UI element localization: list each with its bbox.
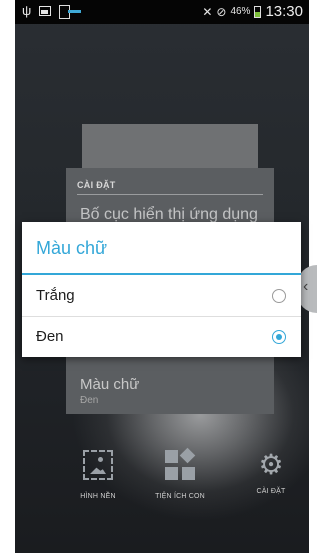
wallpaper-icon: [83, 450, 113, 480]
battery-percent: 46%: [230, 6, 251, 17]
dialog-title-divider: [22, 273, 301, 275]
silent-icon: ✕: [202, 4, 213, 19]
dock-item-wallpaper[interactable]: HÌNH NỀN: [63, 450, 133, 500]
gear-icon: ⚙: [258, 449, 284, 480]
clock: 13:30: [265, 3, 303, 20]
dock-item-settings[interactable]: ⚙ CÀI ĐẶT: [236, 449, 306, 496]
dock-label: TIỆN ÍCH CON: [155, 493, 205, 500]
settings-header: CÀI ĐẶT: [77, 180, 116, 190]
settings-item-text-color[interactable]: Màu chữ: [80, 376, 139, 393]
radio-button[interactable]: [272, 330, 286, 344]
settings-divider: [77, 194, 263, 195]
blocked-icon: ⊘: [216, 4, 227, 19]
radio-button[interactable]: [272, 289, 286, 303]
option-label: Đen: [36, 328, 64, 345]
widgets-icon: [165, 447, 196, 480]
settings-item-text-color-value: Đen: [80, 395, 99, 406]
background-card: [82, 124, 258, 174]
dock-label: CÀI ĐẶT: [256, 488, 286, 495]
option-label: Trắng: [36, 287, 75, 304]
dock: HÌNH NỀN TIỆN ÍCH CON ⚙ CÀI ĐẶT: [15, 447, 309, 510]
image-notification-icon: [39, 6, 52, 16]
battery-icon: [254, 5, 262, 18]
option-black[interactable]: Đen: [22, 317, 301, 357]
chevron-left-icon: ‹: [303, 278, 309, 295]
download-icon: [59, 5, 82, 19]
dock-item-widgets[interactable]: TIỆN ÍCH CON: [145, 447, 215, 500]
text-color-dialog: Màu chữ Trắng Đen: [22, 222, 301, 357]
option-white[interactable]: Trắng: [22, 276, 301, 316]
dock-label: HÌNH NỀN: [80, 493, 116, 500]
status-bar: ψ ✕ ⊘ 46% 13:30: [15, 0, 309, 24]
usb-icon: ψ: [22, 3, 32, 18]
dialog-title: Màu chữ: [36, 238, 108, 258]
